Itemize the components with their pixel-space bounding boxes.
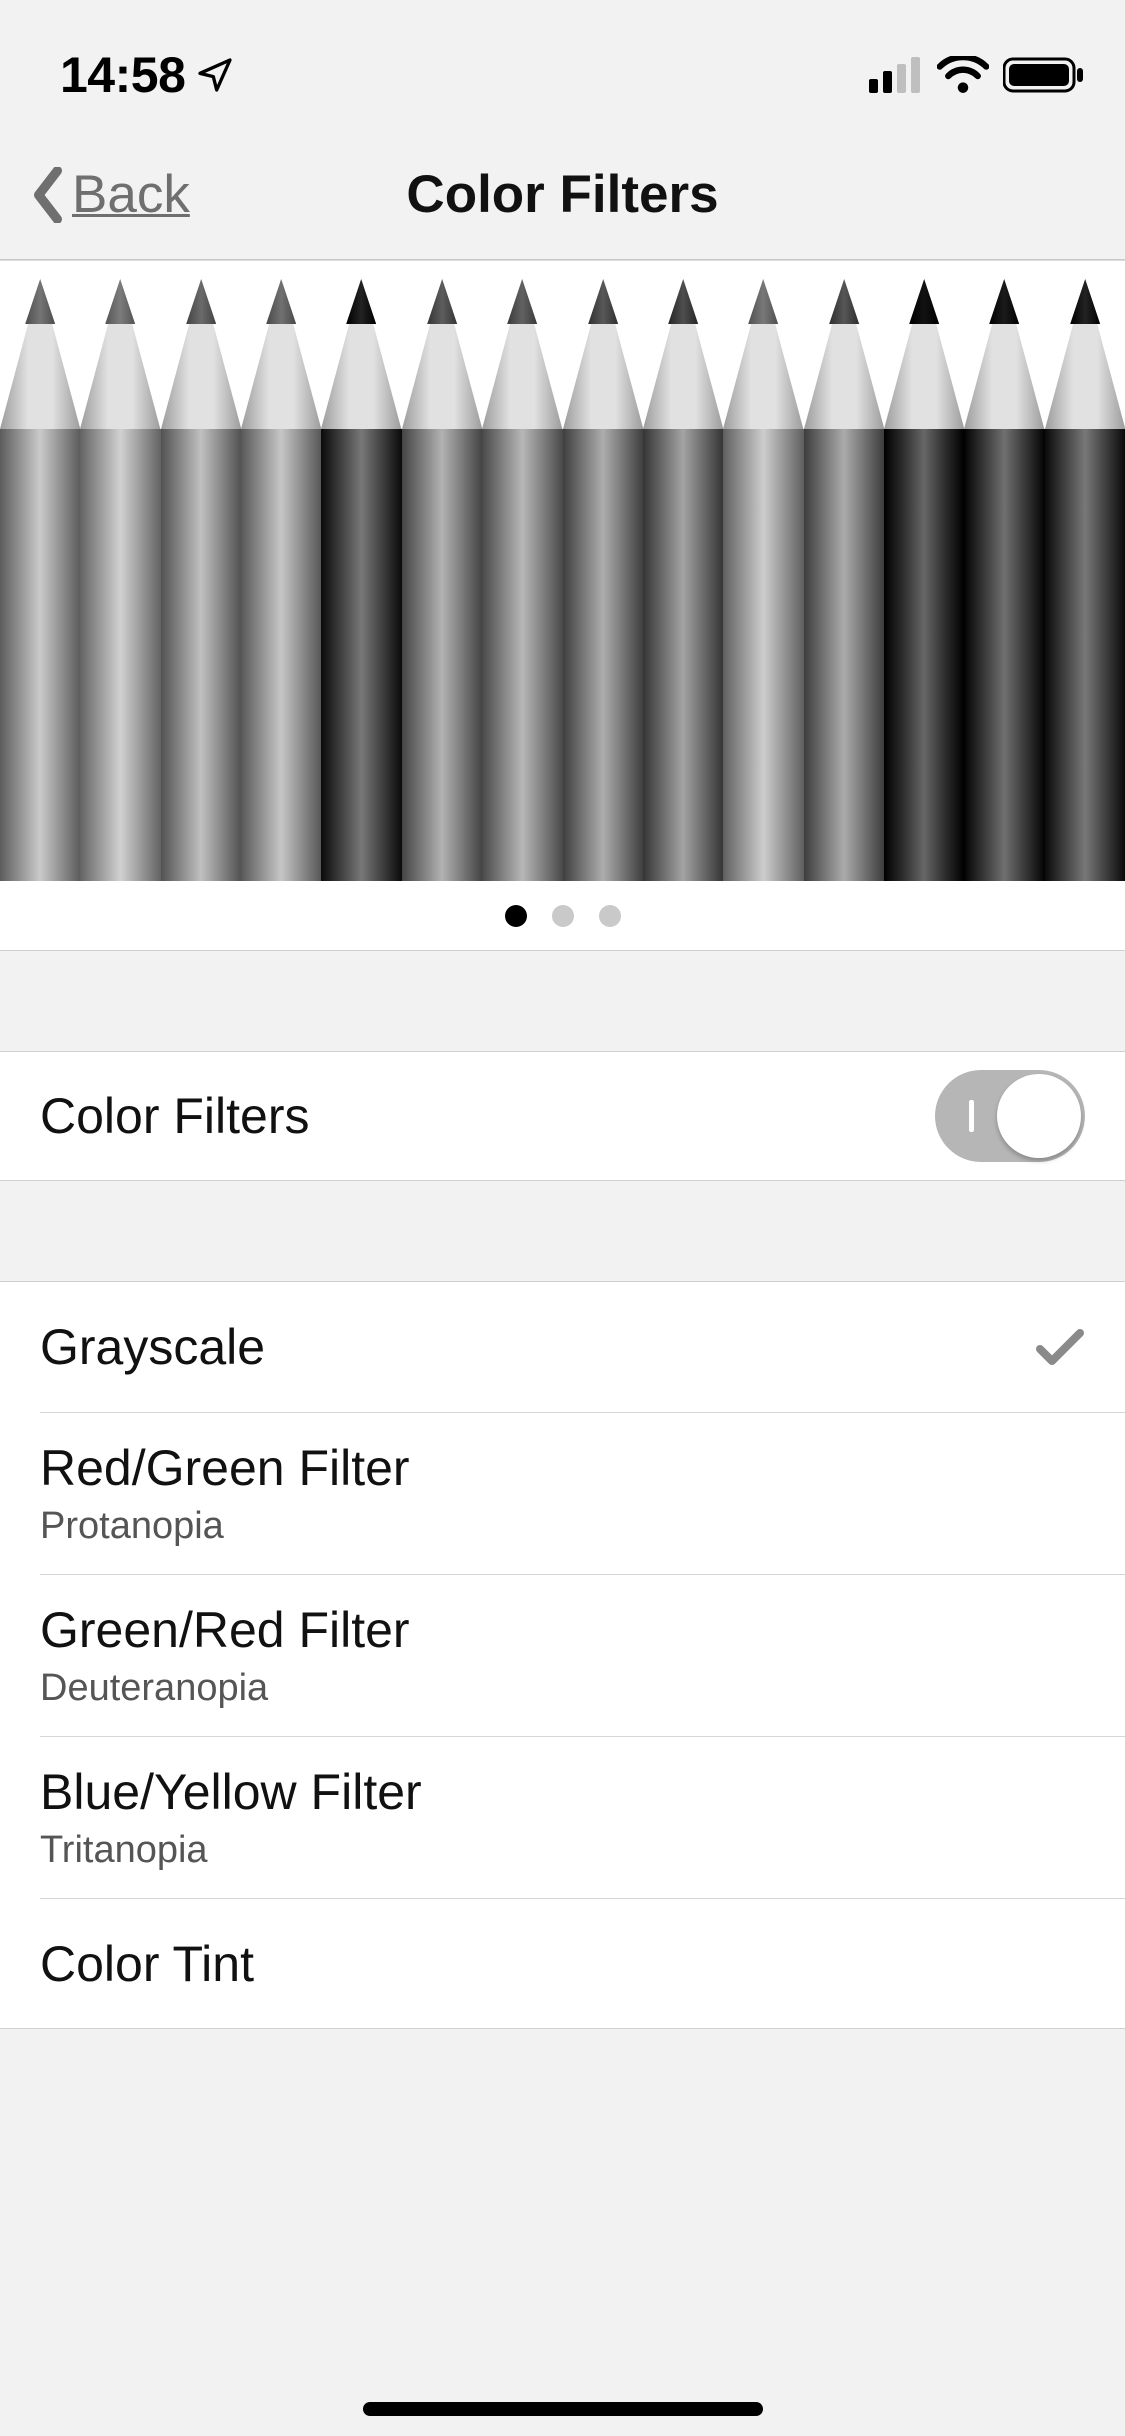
filter-option-title: Grayscale [40, 1318, 265, 1376]
pencil [321, 279, 401, 881]
pencil-tip [161, 279, 241, 429]
toggle-on-indicator [969, 1100, 974, 1132]
filter-option-text: Grayscale [40, 1318, 265, 1376]
pencil [884, 279, 964, 881]
back-label: Back [72, 164, 190, 225]
section-gap [0, 951, 1125, 1051]
filter-list: Grayscale Red/Green Filter Protanopia Green… [0, 1281, 1125, 2029]
toggle-knob [997, 1074, 1081, 1158]
pencil [643, 279, 723, 881]
filter-option-subtitle: Protanopia [40, 1505, 410, 1548]
pencil-tip [1045, 279, 1125, 429]
section-gap [0, 1181, 1125, 1281]
pencil [0, 279, 80, 881]
pencil [402, 279, 482, 881]
battery-icon [1003, 56, 1085, 94]
page-dot[interactable] [599, 905, 621, 927]
pencil-tip [402, 279, 482, 429]
pencil [80, 279, 160, 881]
pencil [482, 279, 562, 881]
pencil [804, 279, 884, 881]
filter-option-text: Color Tint [40, 1935, 254, 1993]
pencil-body [563, 429, 643, 881]
status-bar: 14:58 [0, 0, 1125, 130]
page-dots [0, 881, 1125, 951]
pencil-body [723, 429, 803, 881]
pencil-tip [80, 279, 160, 429]
pencil [241, 279, 321, 881]
pencil-tip [321, 279, 401, 429]
wifi-icon [937, 56, 989, 94]
pencil-tip [0, 279, 80, 429]
pencil-body [643, 429, 723, 881]
pencil-body [80, 429, 160, 881]
color-preview[interactable] [0, 260, 1125, 881]
pencil-body [0, 429, 80, 881]
pencil-body [884, 429, 964, 881]
filter-option[interactable]: Red/Green Filter Protanopia [40, 1412, 1125, 1574]
pencil-tip [804, 279, 884, 429]
filter-option[interactable]: Green/Red Filter Deuteranopia [40, 1574, 1125, 1736]
page-dot[interactable] [505, 905, 527, 927]
status-icons [869, 56, 1085, 94]
pencil [1045, 279, 1125, 881]
chevron-left-icon [30, 167, 66, 223]
pencil-tip [964, 279, 1044, 429]
status-time: 14:58 [60, 46, 235, 104]
pencil-body [402, 429, 482, 881]
pencil-body [964, 429, 1044, 881]
pencil-tip [563, 279, 643, 429]
cellular-icon [869, 57, 923, 93]
filter-option[interactable]: Blue/Yellow Filter Tritanopia [40, 1736, 1125, 1898]
filter-option-title: Blue/Yellow Filter [40, 1763, 422, 1821]
location-icon [195, 55, 235, 95]
pencil-body [482, 429, 562, 881]
pencil [563, 279, 643, 881]
color-filters-toggle[interactable] [935, 1070, 1085, 1162]
filter-option-title: Green/Red Filter [40, 1601, 410, 1659]
pencil-tip [482, 279, 562, 429]
pencil [964, 279, 1044, 881]
color-filters-toggle-label: Color Filters [40, 1087, 309, 1145]
page-dot[interactable] [552, 905, 574, 927]
filter-option-subtitle: Tritanopia [40, 1829, 422, 1872]
back-button[interactable]: Back [30, 164, 190, 225]
home-indicator [363, 2402, 763, 2416]
pencil [723, 279, 803, 881]
checkmark-icon [1035, 1327, 1085, 1367]
pencil-tip [884, 279, 964, 429]
nav-bar: Back Color Filters [0, 130, 1125, 260]
filter-option[interactable]: Grayscale [0, 1282, 1125, 1412]
filter-option-text: Blue/Yellow Filter Tritanopia [40, 1763, 422, 1872]
filter-option-text: Green/Red Filter Deuteranopia [40, 1601, 410, 1710]
pencil-tip [241, 279, 321, 429]
pencil-body [1045, 429, 1125, 881]
pencil-body [321, 429, 401, 881]
filter-option-title: Red/Green Filter [40, 1439, 410, 1497]
pencil-tip [643, 279, 723, 429]
filter-option[interactable]: Color Tint [40, 1898, 1125, 2028]
pencil-body [804, 429, 884, 881]
filter-option-subtitle: Deuteranopia [40, 1667, 410, 1710]
pencil-tip [723, 279, 803, 429]
color-filters-toggle-row[interactable]: Color Filters [0, 1051, 1125, 1181]
status-time-text: 14:58 [60, 46, 185, 104]
filter-option-title: Color Tint [40, 1935, 254, 1993]
pencil-body [241, 429, 321, 881]
pencil [161, 279, 241, 881]
pencil-body [161, 429, 241, 881]
filter-option-text: Red/Green Filter Protanopia [40, 1439, 410, 1548]
